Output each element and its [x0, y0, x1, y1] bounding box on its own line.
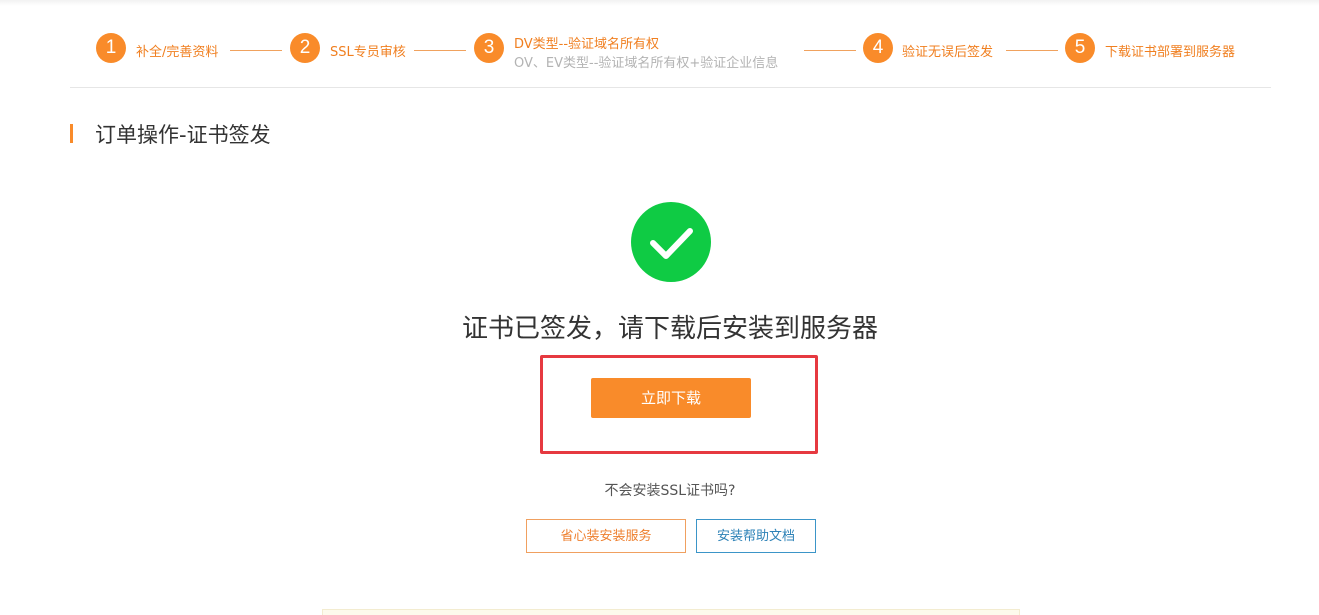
- step-3-number: 3: [474, 33, 504, 63]
- step-connector: [230, 50, 282, 51]
- step-2-number: 2: [290, 33, 320, 63]
- progress-steps: 1 补全/完善资料 2 SSL专员审核 3 DV类型--验证域名所有权 OV、E…: [70, 0, 1271, 88]
- check-icon: [650, 228, 693, 259]
- install-question: 不会安装SSL证书吗?: [604, 483, 736, 499]
- page-title: 订单操作-证书签发: [95, 123, 271, 147]
- step-5-label: 下载证书部署到服务器: [1105, 45, 1236, 60]
- step-4-number: 4: [863, 33, 893, 63]
- download-button[interactable]: 立即下载: [591, 378, 751, 418]
- title-accent-bar: [70, 124, 73, 143]
- help-docs-button[interactable]: 安装帮助文档: [696, 519, 816, 553]
- step-connector: [414, 50, 466, 51]
- status-message: 证书已签发，请下载后安装到服务器: [461, 314, 878, 344]
- success-check-icon: [631, 202, 711, 282]
- notice-panel-edge: [322, 609, 1020, 615]
- step-connector: [1006, 50, 1058, 51]
- step-1-number: 1: [96, 33, 126, 63]
- step-5-number: 5: [1065, 33, 1095, 63]
- install-service-button[interactable]: 省心装安装服务: [526, 519, 686, 553]
- step-4-label: 验证无误后签发: [902, 45, 994, 60]
- step-2-label: SSL专员审核: [330, 45, 406, 60]
- step-connector: [804, 50, 856, 51]
- step-3-label: DV类型--验证域名所有权: [514, 37, 660, 52]
- step-1-label: 补全/完善资料: [136, 45, 219, 60]
- step-3-sublabel: OV、EV类型--验证域名所有权+验证企业信息: [514, 56, 779, 71]
